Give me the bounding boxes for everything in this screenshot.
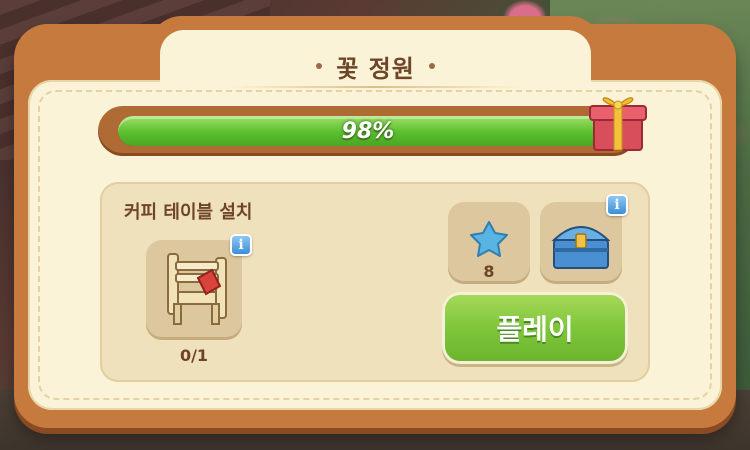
item-info-icon[interactable]: i [230,234,252,256]
title-dot-right [428,63,435,69]
task-item-count: 0/1 [179,346,209,365]
task-title: 커피 테이블 설치 [124,202,253,223]
gift-box-icon[interactable] [588,88,648,154]
task-item-slot[interactable] [146,240,242,340]
progress-label: 98% [341,118,395,144]
play-button[interactable]: 플레이 [442,292,628,364]
star-reward-count: 8 [483,262,495,281]
title-underline [228,86,523,88]
bench-icon [167,253,227,325]
title-row: 꽃 정원 [160,46,591,86]
chest-info-icon[interactable]: i [606,194,628,216]
title-dot-left [316,63,323,69]
panel-title: 꽃 정원 [336,54,415,83]
